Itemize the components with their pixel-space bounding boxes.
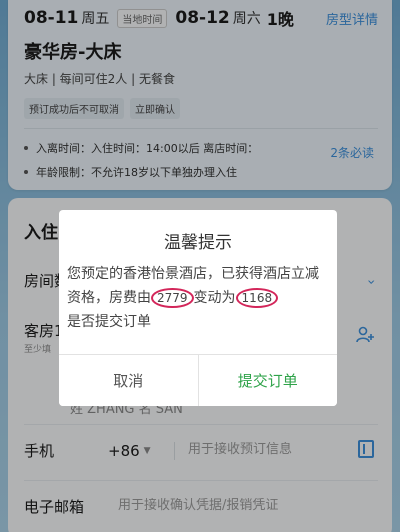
price-change-dialog: 温馨提示 您预定的香港怡景酒店，已获得酒店立减资格，房费由 2779 变动为 1168…	[59, 210, 337, 406]
old-price: 2779	[151, 288, 194, 308]
submit-order-button[interactable]: 提交订单	[198, 355, 337, 406]
dialog-message-text-3: 是否提交订单	[67, 314, 151, 330]
dialog-message: 您预定的香港怡景酒店，已获得酒店立减资格，房费由 2779 变动为 1168 是否提交…	[67, 262, 329, 334]
new-price: 1168	[235, 288, 279, 308]
cancel-button[interactable]: 取消	[59, 355, 199, 406]
dialog-button-row: 取消 提交订单	[59, 354, 337, 406]
dialog-message-text-2: 变动为	[193, 290, 236, 306]
dialog-title: 温馨提示	[164, 233, 232, 253]
